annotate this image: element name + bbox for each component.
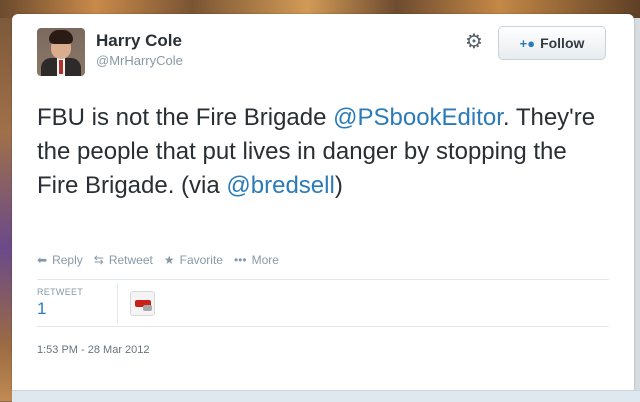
more-label: More [251, 253, 279, 267]
reply-label: Reply [52, 253, 83, 267]
retweeter-logo-mark [143, 305, 152, 311]
retweeter-avatar[interactable] [130, 291, 155, 316]
avatar-hair [49, 30, 73, 44]
gear-icon[interactable]: ⚙ [465, 32, 483, 52]
follow-button[interactable]: +● Follow [498, 26, 606, 60]
tweet-text-part: ) [334, 172, 343, 199]
background-left [0, 18, 12, 401]
tweet-timestamp[interactable]: 1:53 PM - 28 Mar 2012 [37, 344, 150, 356]
follow-label: Follow [540, 35, 585, 51]
mention-link[interactable]: @PSbookEditor [333, 104, 503, 131]
tweet-text: FBU is not the Fire Brigade @PSbookEdito… [37, 101, 597, 203]
divider [37, 279, 609, 280]
person-plus-icon: +● [519, 35, 536, 51]
favorite-label: Favorite [179, 253, 223, 267]
mention-link[interactable]: @bredsell [226, 172, 334, 199]
stats-separator [117, 283, 118, 323]
background-right [634, 18, 640, 401]
author-avatar[interactable] [37, 28, 85, 76]
tweet-actions: ⬅ Reply ⇆ Retweet ★ Favorite ••• More [37, 251, 290, 269]
reply-button[interactable]: ⬅ Reply [37, 253, 83, 267]
tweet-text-part: FBU is not the Fire Brigade [37, 104, 334, 131]
retweet-button[interactable]: ⇆ Retweet [94, 253, 153, 267]
author-name[interactable]: Harry Cole [96, 31, 182, 51]
retweet-label: Retweet [108, 253, 153, 267]
star-icon: ★ [163, 253, 175, 267]
more-button[interactable]: ••• More [234, 253, 279, 267]
author-handle[interactable]: @MrHarryCole [96, 53, 183, 68]
more-dots-icon: ••• [233, 253, 247, 267]
tweet-card-footer [12, 390, 640, 402]
reply-icon: ⬅ [37, 253, 48, 267]
retweet-icon: ⇆ [93, 253, 104, 267]
retweet-count[interactable]: 1 [37, 299, 46, 319]
divider [37, 326, 609, 327]
retweet-stat-label: RETWEET [37, 287, 84, 297]
favorite-button[interactable]: ★ Favorite [164, 253, 223, 267]
avatar-tie [59, 60, 63, 74]
